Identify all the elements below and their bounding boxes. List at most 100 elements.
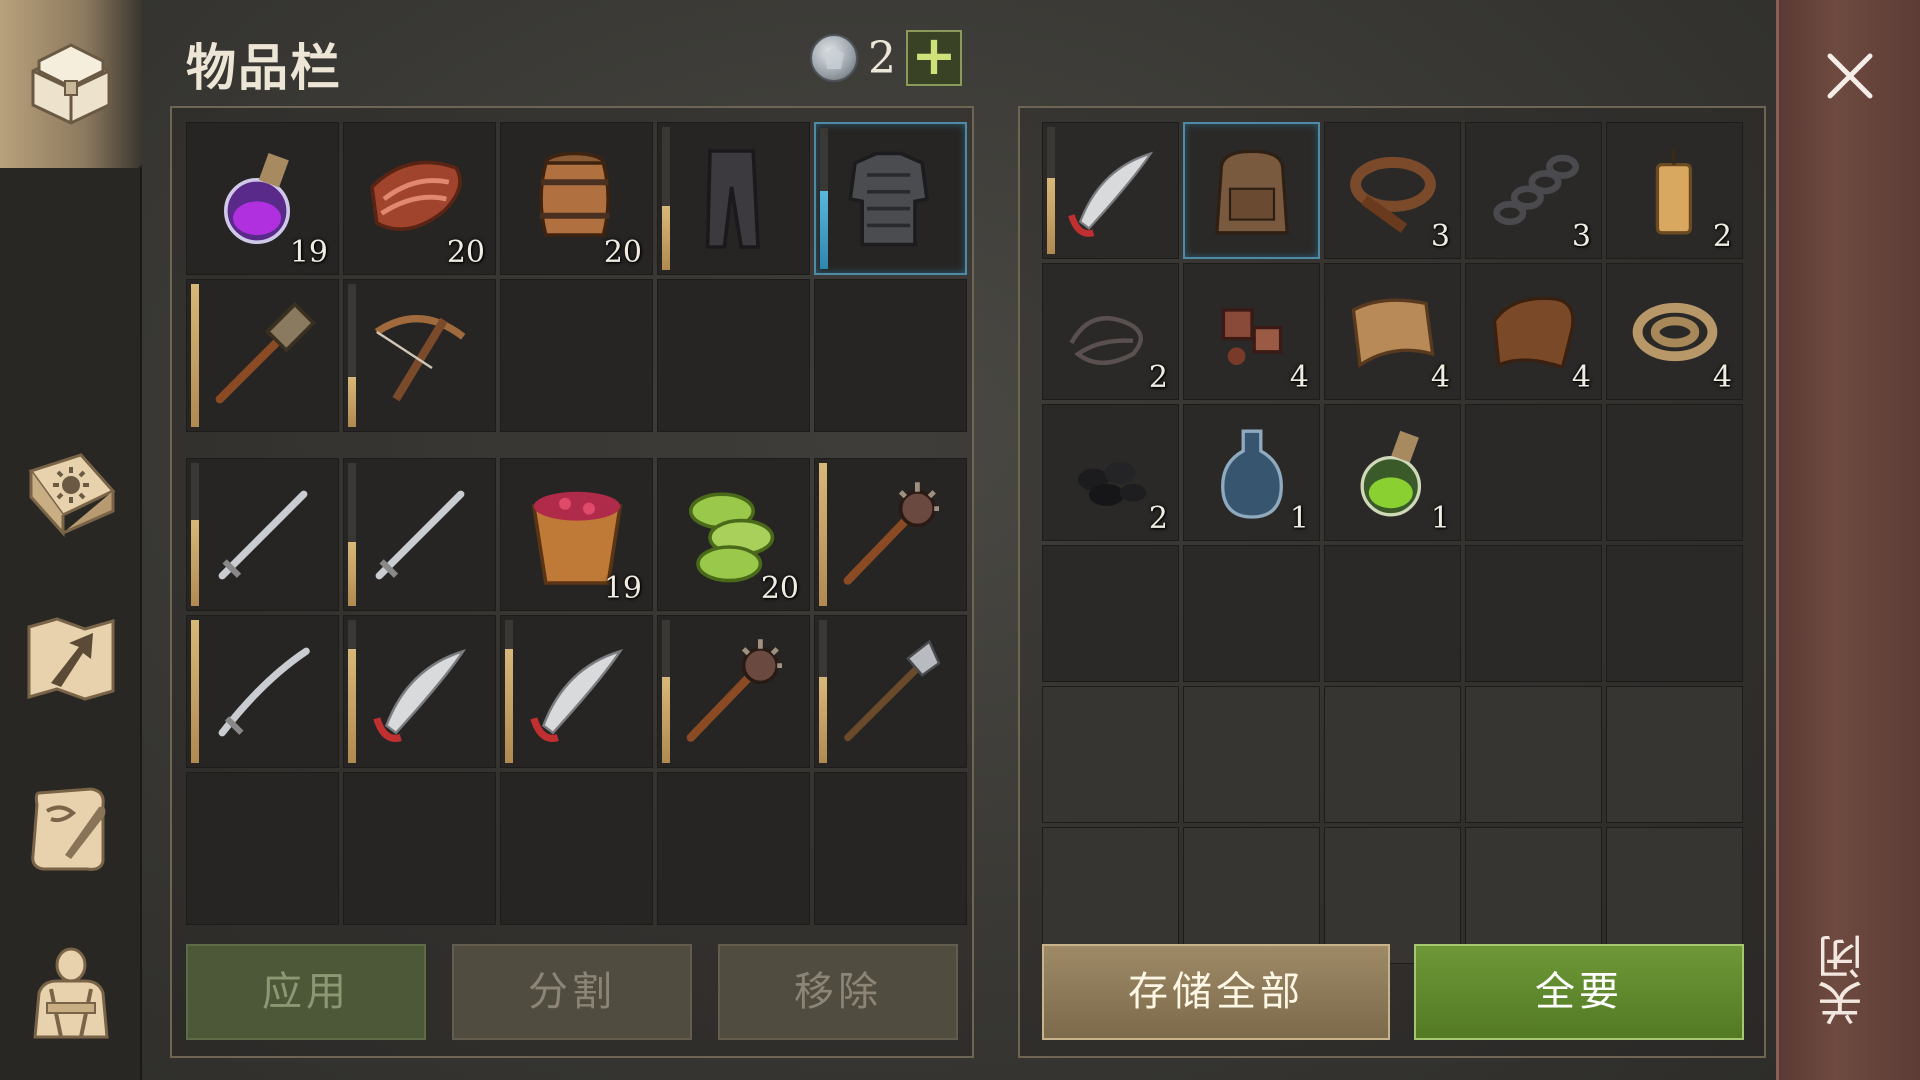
inventory-slot-scimitar[interactable]: [1042, 122, 1179, 259]
inventory-slot-candle[interactable]: 2: [1606, 122, 1743, 259]
inventory-slot-chainmail-armor[interactable]: [814, 122, 967, 275]
item-quantity: 2: [1712, 219, 1732, 254]
item-quantity: 2: [1148, 360, 1168, 395]
durability-bar: [819, 463, 827, 606]
silver-coin-icon: [810, 34, 858, 82]
durability-bar: [191, 620, 199, 763]
empty-slot[interactable]: [500, 279, 653, 432]
add-currency-button[interactable]: +: [906, 29, 962, 86]
empty-slot[interactable]: [657, 772, 810, 925]
item-quantity: 3: [1430, 219, 1450, 254]
split-button[interactable]: 分割: [452, 944, 692, 1040]
item-quantity: 19: [603, 571, 642, 606]
empty-slot[interactable]: [1183, 545, 1320, 682]
chainmail-armor-icon: [847, 151, 929, 246]
inventory-slot-chain[interactable]: 3: [1465, 122, 1602, 259]
empty-slot[interactable]: [500, 772, 653, 925]
inventory-slot-leather-pants[interactable]: [657, 122, 810, 275]
durability-fill: [662, 205, 670, 270]
nav-map-tab[interactable]: [10, 598, 132, 720]
empty-slot[interactable]: [1606, 404, 1743, 541]
inventory-slot-raw-meat[interactable]: 20: [343, 122, 496, 275]
item-quantity: 2: [1148, 501, 1168, 536]
close-label[interactable]: 关闭: [1810, 920, 1890, 1040]
durability-bar: [662, 127, 670, 270]
remove-button[interactable]: 移除: [718, 944, 958, 1040]
empty-slot[interactable]: [1042, 545, 1179, 682]
empty-slot[interactable]: [1465, 545, 1602, 682]
empty-slot[interactable]: [343, 772, 496, 925]
item-quantity: 20: [760, 571, 799, 606]
inventory-slot-coal[interactable]: 2: [1042, 404, 1179, 541]
store-all-button[interactable]: 存储全部: [1042, 944, 1390, 1040]
inventory-slot-wire[interactable]: 2: [1042, 263, 1179, 400]
item-quantity: 4: [1571, 360, 1591, 395]
close-strip[interactable]: [1776, 0, 1920, 1080]
sun-book-icon: [28, 453, 116, 537]
spiked-mace-icon: [686, 638, 782, 742]
inventory-slot-berry-bucket[interactable]: 19: [500, 458, 653, 611]
inventory-slot-barrel[interactable]: 20: [500, 122, 653, 275]
apply-button[interactable]: 应用: [186, 944, 426, 1040]
durability-fill: [191, 284, 199, 427]
durability-bar: [348, 284, 356, 427]
inventory-slot-empty-bottle[interactable]: 1: [1183, 404, 1320, 541]
inventory-slot-green-melon-slices[interactable]: 20: [657, 458, 810, 611]
empty-slot[interactable]: [1183, 686, 1320, 823]
empty-slot[interactable]: [1465, 404, 1602, 541]
item-quantity: 4: [1712, 360, 1732, 395]
character-icon: [33, 947, 109, 1039]
empty-slot[interactable]: [1042, 686, 1179, 823]
inventory-slot-scimitar[interactable]: [343, 615, 496, 768]
crossbow-icon: [374, 314, 465, 401]
inventory-slot-sword[interactable]: [343, 458, 496, 611]
inventory-slot-spiked-mace[interactable]: [657, 615, 810, 768]
empty-slot[interactable]: [186, 772, 339, 925]
inventory-slot-green-potion[interactable]: 1: [1324, 404, 1461, 541]
leather-pants-icon: [705, 148, 760, 249]
inventory-slot-halberd[interactable]: [814, 615, 967, 768]
inventory-slot-scrap-parts[interactable]: 4: [1183, 263, 1320, 400]
currency-count: 2: [868, 32, 896, 84]
empty-slot[interactable]: [1324, 545, 1461, 682]
scimitar-icon: [372, 648, 466, 742]
empty-slot[interactable]: [1606, 686, 1743, 823]
nav-quest-tab[interactable]: [10, 766, 132, 888]
inventory-slot-purple-potion[interactable]: 19: [186, 122, 339, 275]
inventory-slot-katana[interactable]: [186, 615, 339, 768]
empty-slot[interactable]: [814, 772, 967, 925]
katana-icon: [218, 647, 310, 736]
inventory-slot-scimitar[interactable]: [500, 615, 653, 768]
durability-bar: [191, 463, 199, 606]
close-icon[interactable]: [1822, 48, 1878, 104]
durability-bar: [1047, 127, 1055, 254]
nav-character-tab[interactable]: [10, 930, 132, 1052]
take-all-button[interactable]: 全要: [1414, 944, 1744, 1040]
durability-bar: [820, 128, 828, 269]
durability-fill: [819, 463, 827, 606]
empty-slot[interactable]: [657, 279, 810, 432]
empty-slot[interactable]: [1324, 686, 1461, 823]
durability-fill: [820, 191, 828, 269]
durability-bar: [662, 620, 670, 763]
inventory-slot-cloth[interactable]: 4: [1324, 263, 1461, 400]
inventory-slot-backpack[interactable]: [1183, 122, 1320, 259]
nav-skills-tab[interactable]: [10, 430, 132, 552]
inventory-slot-leather[interactable]: 4: [1465, 263, 1602, 400]
inventory-slot-torch-hammer[interactable]: [186, 279, 339, 432]
item-quantity: 1: [1430, 501, 1450, 536]
side-nav: [0, 0, 142, 1080]
durability-fill: [348, 376, 356, 427]
inventory-slot-sword[interactable]: [186, 458, 339, 611]
empty-slot[interactable]: [1465, 686, 1602, 823]
nav-chest-tab[interactable]: [10, 20, 132, 142]
empty-slot[interactable]: [1606, 545, 1743, 682]
item-quantity: 19: [289, 235, 328, 270]
durability-fill: [1047, 177, 1055, 254]
durability-fill: [819, 677, 827, 763]
inventory-slot-leather-strap[interactable]: 3: [1324, 122, 1461, 259]
inventory-slot-crossbow[interactable]: [343, 279, 496, 432]
empty-slot[interactable]: [814, 279, 967, 432]
inventory-slot-rope[interactable]: 4: [1606, 263, 1743, 400]
inventory-slot-spiked-mace[interactable]: [814, 458, 967, 611]
